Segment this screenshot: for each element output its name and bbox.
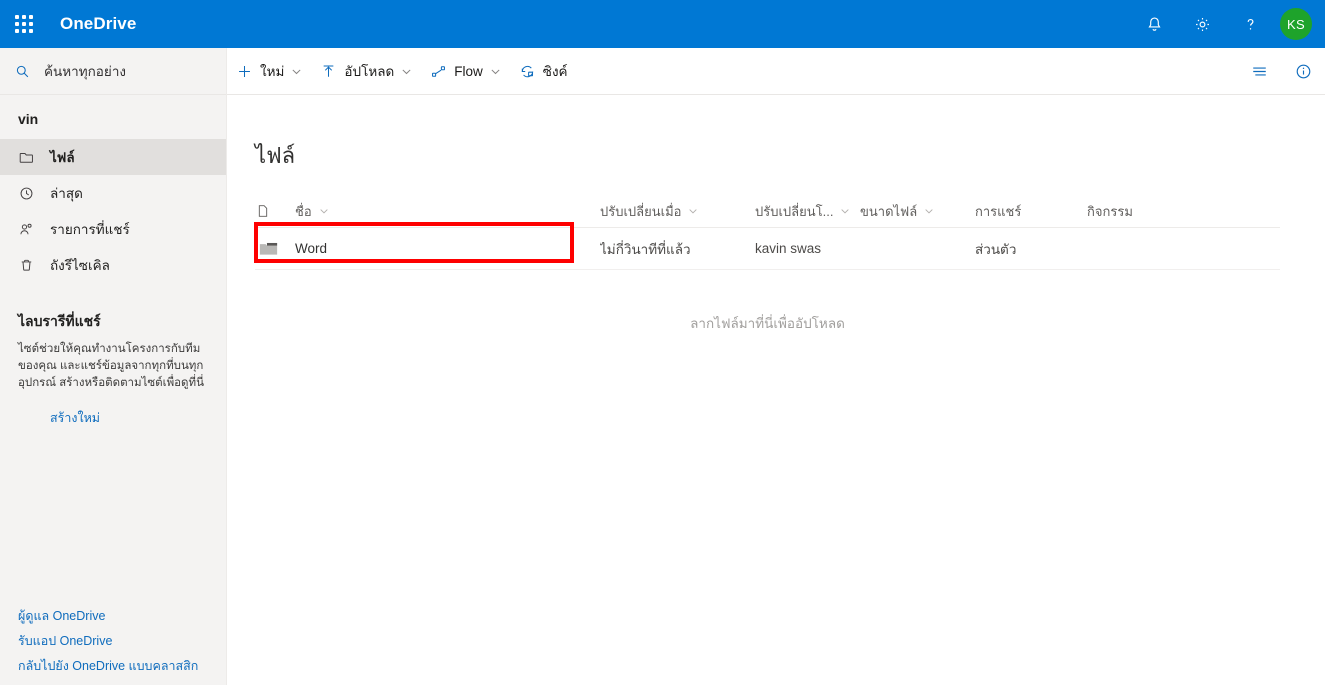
info-icon (1296, 64, 1310, 78)
column-header-modified[interactable]: ปรับเปลี่ยนเมื่อ (600, 201, 755, 222)
folder-icon (18, 149, 50, 166)
column-label: ปรับเปลี่ยนเมื่อ (600, 203, 682, 219)
settings-button[interactable] (1178, 0, 1226, 48)
sidebar-item-label: รายการที่แชร์ (50, 222, 130, 237)
cell-modified-by: kavin swas (755, 241, 822, 256)
chevron-down-icon (924, 206, 934, 216)
footer-link-admin[interactable]: ผู้ดูแล OneDrive (0, 604, 227, 629)
column-label: ขนาดไฟล์ (860, 203, 918, 219)
command-bar: ใหม่ อัปโหลด Flow ซิงค์ (227, 48, 1325, 95)
column-label: ชื่อ (295, 203, 312, 219)
people-shared-icon (18, 221, 50, 238)
column-header-activity[interactable]: กิจกรรม (1087, 201, 1207, 222)
chevron-down-icon (688, 206, 698, 216)
recycle-bin-icon (18, 257, 50, 274)
new-button[interactable]: ใหม่ (227, 48, 311, 94)
sync-button-label: ซิงค์ (542, 64, 568, 79)
upload-dropzone[interactable]: ลากไฟล์มาที่นี่เพื่ออัปโหลด (255, 270, 1280, 334)
flow-button-label: Flow (454, 63, 483, 79)
sidebar-item-shared[interactable]: รายการที่แชร์ (0, 211, 226, 247)
table-row[interactable]: Word ไม่กี่วินาทีที่แล้ว kavin swas ส่วน… (255, 228, 1280, 270)
file-type-column-icon (255, 203, 295, 219)
create-new-site-link[interactable]: สร้างใหม่ (0, 392, 226, 428)
column-label: กิจกรรม (1087, 203, 1133, 219)
upload-arrow-icon (320, 63, 337, 80)
help-button[interactable] (1226, 0, 1274, 48)
sidebar-item-label: ล่าสุด (50, 186, 83, 201)
flow-icon (430, 63, 447, 80)
clock-history-icon (18, 185, 50, 202)
cell-sharing[interactable]: ส่วนตัว (975, 238, 1087, 260)
column-header-sharing[interactable]: การแชร์ (975, 201, 1087, 222)
column-label: ปรับเปลี่ยนโ... (755, 203, 834, 219)
files-table: ชื่อ ปรับเปลี่ยนเมื่อ ปรับเปลี่ยนโ... ขน… (227, 195, 1325, 334)
column-header-name[interactable]: ชื่อ (295, 201, 600, 222)
brand-title[interactable]: OneDrive (60, 14, 136, 34)
shared-libraries-description: ไซต์ช่วยให้คุณทำงานโครงการกับทีมของคุณ แ… (18, 343, 204, 389)
footer-link-classic[interactable]: กลับไปยัง OneDrive แบบคลาสสิก (0, 654, 227, 679)
shared-libraries-title: ไลบรารีที่แชร์ (18, 313, 101, 329)
column-header-modified-by[interactable]: ปรับเปลี่ยนโ... (755, 201, 860, 222)
sidebar-item-label: ถังรีไซเคิล (50, 258, 110, 273)
chevron-down-icon (401, 66, 412, 77)
info-panel-button[interactable] (1281, 48, 1325, 94)
settings-gear-icon (1195, 17, 1209, 31)
sidebar-item-label: ไฟล์ (50, 150, 75, 165)
chevron-down-icon (291, 66, 302, 77)
waffle-icon (15, 15, 33, 33)
new-button-label: ใหม่ (260, 64, 285, 79)
upload-button-label: อัปโหลด (344, 64, 395, 79)
chevron-down-icon (840, 206, 850, 216)
footer-link-get-app[interactable]: รับแอป OneDrive (0, 629, 227, 654)
folder-icon (255, 241, 295, 256)
search-icon (14, 63, 44, 80)
list-view-icon (1252, 66, 1266, 76)
view-options-button[interactable] (1237, 48, 1281, 94)
sync-button[interactable]: ซิงค์ (510, 48, 577, 94)
flow-button[interactable]: Flow (421, 48, 510, 94)
column-header-size[interactable]: ขนาดไฟล์ (860, 201, 975, 222)
cell-name[interactable]: Word (295, 241, 600, 256)
notifications-icon (1147, 16, 1161, 31)
sidebar-item-recent[interactable]: ล่าสุด (0, 175, 226, 211)
app-header: OneDrive KS (0, 0, 1325, 48)
cell-modified: ไม่กี่วินาทีที่แล้ว (600, 241, 691, 257)
help-icon (1247, 18, 1253, 30)
plus-icon (236, 63, 253, 80)
chevron-down-icon (319, 206, 329, 216)
app-launcher-button[interactable] (0, 0, 48, 48)
account-name: vin (18, 111, 39, 127)
table-header-row: ชื่อ ปรับเปลี่ยนเมื่อ ปรับเปลี่ยนโ... ขน… (255, 195, 1280, 228)
sidebar-item-files[interactable]: ไฟล์ (0, 139, 226, 175)
notifications-button[interactable] (1130, 0, 1178, 48)
sidebar-footer: ผู้ดูแล OneDrive รับแอป OneDrive กลับไปย… (0, 604, 227, 685)
header-actions: KS (1130, 0, 1325, 48)
sync-icon (519, 63, 536, 80)
sidebar-item-recycle-bin[interactable]: ถังรีไซเคิล (0, 247, 226, 283)
upload-button[interactable]: อัปโหลด (311, 48, 421, 94)
new-item-sparkle-icon (295, 241, 300, 248)
search-input-placeholder: ค้นหาทุกอย่าง (44, 64, 127, 79)
column-label: การแชร์ (975, 203, 1022, 219)
search-box[interactable]: ค้นหาทุกอย่าง (0, 48, 226, 95)
folder-glyph (259, 242, 278, 255)
main-content: ไฟล์ ชื่อ ปรับเปลี่ยนเมื่อ ปรับเปลี่ยนโ.… (227, 95, 1325, 685)
page-title: ไฟล์ (255, 143, 296, 168)
chevron-down-icon (490, 66, 501, 77)
user-avatar[interactable]: KS (1280, 8, 1312, 40)
nav-divider (0, 283, 226, 303)
left-navigation: ค้นหาทุกอย่าง vin ไฟล์ ล่าสุด รายการที่แ… (0, 48, 227, 685)
